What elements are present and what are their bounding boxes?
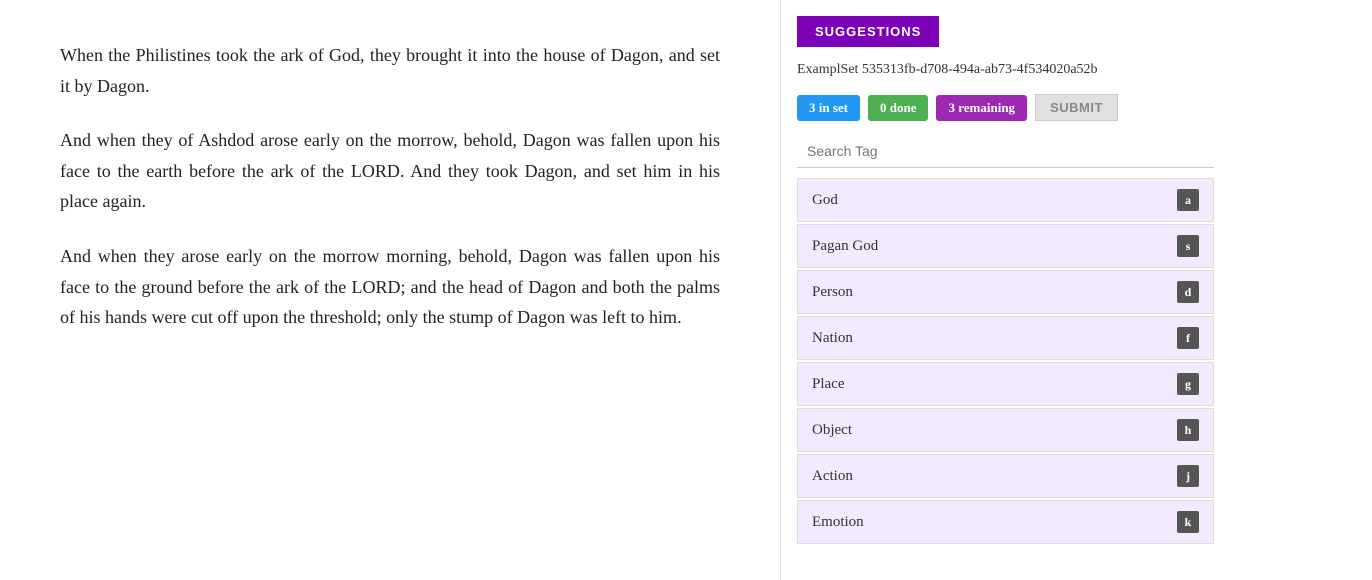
tag-key-badge: g [1177,373,1199,395]
tag-key-badge: a [1177,189,1199,211]
tag-item-god[interactable]: God a [797,178,1214,222]
tag-label: Action [812,468,853,485]
tag-label: Person [812,284,853,301]
tag-label: Object [812,422,852,439]
submit-button[interactable]: SUBMIT [1035,94,1118,121]
paragraph-1: When the Philistines took the ark of God… [60,40,720,101]
tag-item-action[interactable]: Action j [797,454,1214,498]
tag-key-badge: s [1177,235,1199,257]
main-content: When the Philistines took the ark of God… [0,0,780,580]
remaining-badge: 3 remaining [936,95,1027,121]
tag-item-place[interactable]: Place g [797,362,1214,406]
tag-item-object[interactable]: Object h [797,408,1214,452]
tag-key-badge: h [1177,419,1199,441]
example-set-id: ExamplSet 535313fb-d708-494a-ab73-4f5340… [797,59,1214,80]
in-set-badge: 3 in set [797,95,860,121]
tag-label: God [812,192,838,209]
tag-label: Pagan God [812,238,878,255]
paragraph-2: And when they of Ashdod arose early on t… [60,125,720,217]
tag-item-emotion[interactable]: Emotion k [797,500,1214,544]
suggestions-button[interactable]: SUGGESTIONS [797,16,939,47]
sidebar: SUGGESTIONS ExamplSet 535313fb-d708-494a… [780,0,1230,580]
tag-list: God a Pagan God s Person d Nation f Place g Object… [797,178,1214,546]
tag-label: Place [812,376,844,393]
search-tag-input[interactable] [797,135,1214,168]
tag-label: Nation [812,330,853,347]
badges-row: 3 in set 0 done 3 remaining SUBMIT [797,94,1214,121]
tag-key-badge: f [1177,327,1199,349]
tag-item-person[interactable]: Person d [797,270,1214,314]
tag-key-badge: k [1177,511,1199,533]
tag-item-nation[interactable]: Nation f [797,316,1214,360]
tag-key-badge: j [1177,465,1199,487]
tag-item-pagan-god[interactable]: Pagan God s [797,224,1214,268]
tag-label: Emotion [812,514,864,531]
paragraph-3: And when they arose early on the morrow … [60,241,720,333]
done-badge: 0 done [868,95,928,121]
tag-key-badge: d [1177,281,1199,303]
